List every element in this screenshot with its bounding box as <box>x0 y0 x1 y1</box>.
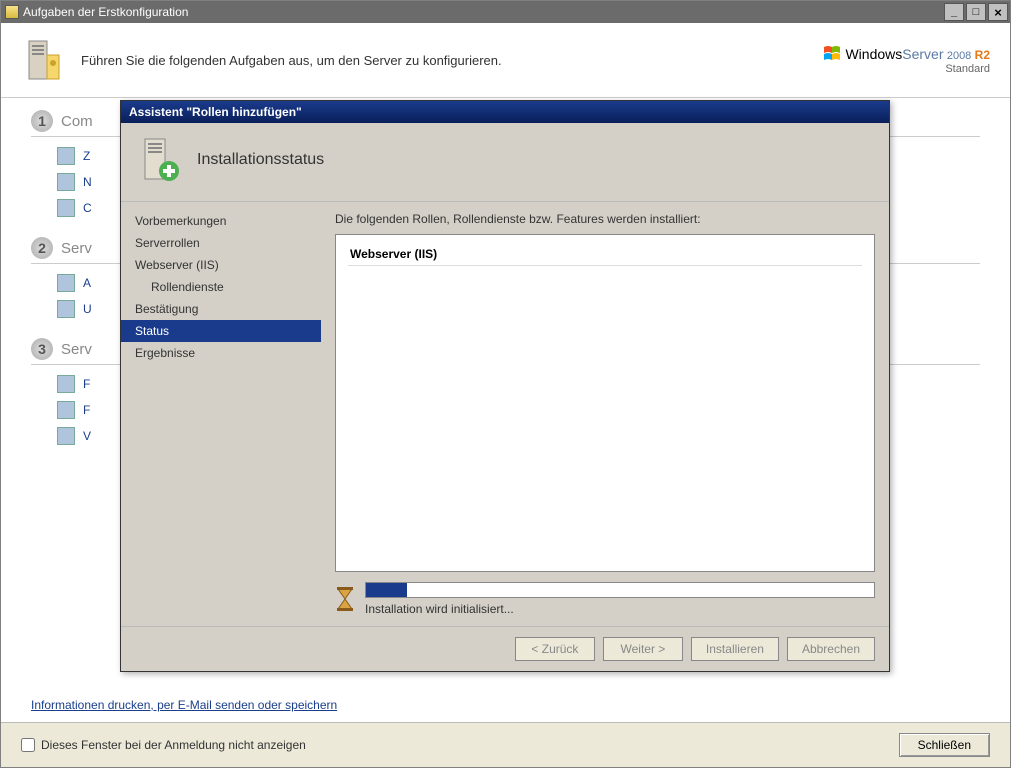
brand-windows: Windows <box>845 46 902 62</box>
nav-webserver-iis[interactable]: Webserver (IIS) <box>121 254 321 276</box>
nav-status[interactable]: Status <box>121 320 321 342</box>
bottom-bar: Dieses Fenster bei der Anmeldung nicht a… <box>1 722 1010 767</box>
task-icon <box>57 173 75 191</box>
dont-show-checkbox-row[interactable]: Dieses Fenster bei der Anmeldung nicht a… <box>21 738 306 752</box>
maximize-button[interactable]: □ <box>966 3 986 21</box>
header-area: Führen Sie die folgenden Aufgaben aus, u… <box>1 23 1010 98</box>
dont-show-label: Dieses Fenster bei der Anmeldung nicht a… <box>41 738 306 752</box>
add-roles-wizard: Assistent "Rollen hinzufügen" Installati… <box>120 100 890 672</box>
nav-ergebnisse[interactable]: Ergebnisse <box>121 342 321 364</box>
task-icon <box>57 300 75 318</box>
nav-bestaetigung[interactable]: Bestätigung <box>121 298 321 320</box>
wizard-titlebar: Assistent "Rollen hinzufügen" <box>121 101 889 123</box>
task-label[interactable]: V <box>83 429 91 443</box>
info-link[interactable]: Informationen drucken, per E-Mail senden… <box>31 698 337 712</box>
wizard-header-icon <box>139 137 183 183</box>
back-button: < Zurück <box>515 637 595 661</box>
task-label[interactable]: U <box>83 302 92 316</box>
install-button: Installieren <box>691 637 779 661</box>
brand-edition: Standard <box>823 63 990 75</box>
brand-server: Server <box>902 46 943 62</box>
section-number: 1 <box>31 110 53 132</box>
task-label[interactable]: Z <box>83 149 90 163</box>
task-icon <box>57 274 75 292</box>
nav-vorbemerkungen[interactable]: Vorbemerkungen <box>121 210 321 232</box>
brand-area: WindowsServer 2008 R2 Standard <box>823 45 990 75</box>
window-icon <box>5 5 19 19</box>
section-title: Serv <box>61 240 92 257</box>
task-icon <box>57 147 75 165</box>
server-config-icon <box>21 37 67 83</box>
outer-titlebar: Aufgaben der Erstkonfiguration _ □ × <box>1 1 1010 23</box>
next-button: Weiter > <box>603 637 683 661</box>
brand-r2: R2 <box>975 48 990 62</box>
roles-list: Webserver (IIS) <box>335 234 875 572</box>
task-label[interactable]: F <box>83 377 90 391</box>
header-subtitle: Führen Sie die folgenden Aufgaben aus, u… <box>81 53 502 68</box>
task-label[interactable]: C <box>83 201 92 215</box>
task-label[interactable]: F <box>83 403 90 417</box>
section-number: 3 <box>31 338 53 360</box>
wizard-main: Die folgenden Rollen, Rollendienste bzw.… <box>321 202 889 626</box>
section-number: 2 <box>31 237 53 259</box>
progress-bar <box>365 582 875 598</box>
window-title: Aufgaben der Erstkonfiguration <box>23 5 188 19</box>
section-title: Com <box>61 113 93 130</box>
hourglass-icon <box>335 587 355 611</box>
wizard-nav: Vorbemerkungen Serverrollen Webserver (I… <box>121 202 321 626</box>
task-icon <box>57 199 75 217</box>
close-button[interactable]: × <box>988 3 1008 21</box>
brand-year: 2008 <box>947 50 971 62</box>
wizard-header: Installationsstatus <box>121 123 889 201</box>
task-icon <box>57 375 75 393</box>
task-icon <box>57 401 75 419</box>
task-label[interactable]: N <box>83 175 92 189</box>
wizard-button-row: < Zurück Weiter > Installieren Abbrechen <box>121 626 889 671</box>
nav-rollendienste[interactable]: Rollendienste <box>121 276 321 298</box>
section-title: Serv <box>61 341 92 358</box>
task-icon <box>57 427 75 445</box>
nav-serverrollen[interactable]: Serverrollen <box>121 232 321 254</box>
role-item-webserver: Webserver (IIS) <box>348 243 862 266</box>
close-window-button[interactable]: Schließen <box>899 733 990 757</box>
dont-show-checkbox[interactable] <box>21 738 35 752</box>
task-label[interactable]: A <box>83 276 91 290</box>
windows-logo-icon <box>823 45 841 63</box>
install-description: Die folgenden Rollen, Rollendienste bzw.… <box>335 212 875 226</box>
wizard-header-title: Installationsstatus <box>197 151 324 169</box>
minimize-button[interactable]: _ <box>944 3 964 21</box>
progress-fill <box>366 583 407 597</box>
cancel-button: Abbrechen <box>787 637 875 661</box>
progress-text: Installation wird initialisiert... <box>365 602 875 616</box>
